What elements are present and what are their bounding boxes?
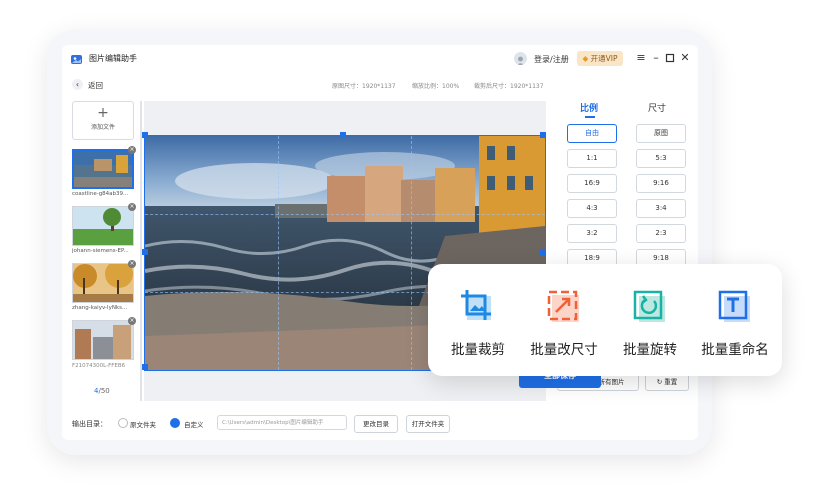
crop-handle-top-right[interactable] xyxy=(540,132,546,138)
ratio-original[interactable]: 原图 xyxy=(636,124,686,143)
file-name: coastline-g84ab39... xyxy=(72,191,129,197)
reset-label: 重置 xyxy=(664,378,678,386)
original-size-info: 原图尺寸：1920*1137 xyxy=(332,83,396,90)
file-thumbnail[interactable] xyxy=(72,206,134,246)
plus-icon: + xyxy=(97,105,109,121)
vip-label: 开通VIP xyxy=(590,54,618,63)
file-thumbnail[interactable] xyxy=(72,320,134,360)
resize-icon xyxy=(547,290,581,324)
image-info-bar: ‹ 返回 原图尺寸：1920*1137 缩放比例：100% 裁剪后尺寸：1920… xyxy=(62,73,698,95)
feature-label: 批量裁剪 xyxy=(451,342,505,358)
file-counter: 4/50 xyxy=(94,387,110,395)
add-file-label: 添加文件 xyxy=(90,124,115,131)
minimize-icon[interactable]: – xyxy=(650,52,662,64)
crop-icon xyxy=(461,290,495,324)
ratio-16-9[interactable]: 16:9 xyxy=(567,174,617,193)
feature-label: 批量改尺寸 xyxy=(530,342,598,358)
crop-handle-right[interactable] xyxy=(540,249,546,255)
app-title: 图片编辑助手 xyxy=(89,54,137,63)
thumbnail-image xyxy=(73,321,133,359)
file-name: F21074300L-FFEB6 xyxy=(72,363,126,369)
app-logo-icon xyxy=(71,55,82,64)
feature-batch-rotate[interactable]: 批量旋转 xyxy=(610,290,690,358)
ratio-2-3[interactable]: 2:3 xyxy=(636,224,686,243)
ratio-4-3[interactable]: 4:3 xyxy=(567,199,617,218)
vip-button[interactable]: ◆ 开通VIP xyxy=(577,51,623,66)
thumbnail-image xyxy=(73,264,133,302)
remove-file-icon[interactable]: × xyxy=(128,146,136,154)
ratio-1-1[interactable]: 1:1 xyxy=(567,149,617,168)
radio-original-label[interactable]: 原文件夹 xyxy=(130,419,156,429)
output-path-input[interactable]: C:\Users\admin\Desktop\图片编辑助手 xyxy=(217,415,347,430)
feature-batch-crop[interactable]: 批量裁剪 xyxy=(438,290,518,358)
file-thumbnail[interactable] xyxy=(72,263,134,303)
open-folder-button[interactable]: 打开文件夹 xyxy=(406,415,450,433)
ratio-5-3[interactable]: 5:3 xyxy=(636,149,686,168)
tab-indicator xyxy=(585,116,595,118)
counter-total: /50 xyxy=(98,387,110,395)
ratio-9-16[interactable]: 9:16 xyxy=(636,174,686,193)
back-icon[interactable]: ‹ xyxy=(72,79,83,90)
feature-popup: 批量裁剪 批量改尺寸 批量旋转 批量重命名 xyxy=(428,264,782,376)
title-bar: 图片编辑助手 登录/注册 ◆ 开通VIP ≡ – ✕ xyxy=(62,45,698,73)
app-window: 图片编辑助手 登录/注册 ◆ 开通VIP ≡ – ✕ ‹ 返回 原图尺寸：192… xyxy=(62,45,698,440)
change-dir-button[interactable]: 更改目录 xyxy=(354,415,398,433)
crop-handle-bottom-left[interactable] xyxy=(142,364,148,370)
thumbnail-image xyxy=(74,151,132,187)
menu-icon[interactable]: ≡ xyxy=(635,52,647,64)
ratio-3-4[interactable]: 3:4 xyxy=(636,199,686,218)
output-label: 输出目录： xyxy=(72,420,107,428)
ratio-3-2[interactable]: 3:2 xyxy=(567,224,617,243)
remove-file-icon[interactable]: × xyxy=(128,203,136,211)
maximize-icon[interactable] xyxy=(664,52,676,64)
ratio-free[interactable]: 自由 xyxy=(567,124,617,143)
feature-batch-rename[interactable]: 批量重命名 xyxy=(695,290,775,358)
feature-batch-resize[interactable]: 批量改尺寸 xyxy=(524,290,604,358)
radio-custom-folder[interactable] xyxy=(170,418,180,428)
crop-handle-left[interactable] xyxy=(142,249,148,255)
avatar[interactable] xyxy=(514,52,527,65)
crop-handle-top-left[interactable] xyxy=(142,132,148,138)
zoom-info: 缩放比例：100% xyxy=(412,83,460,90)
file-thumbnail[interactable] xyxy=(72,149,134,189)
radio-original-folder[interactable] xyxy=(118,418,128,428)
rename-icon xyxy=(718,290,752,324)
file-name: zhang-kaiyv-lyNks... xyxy=(72,305,128,311)
diamond-icon: ◆ xyxy=(582,54,589,63)
user-icon xyxy=(516,56,525,65)
tab-ratio[interactable]: 比例 xyxy=(580,101,598,114)
file-name: johann-siemens-EP... xyxy=(72,248,129,254)
close-icon[interactable]: ✕ xyxy=(679,52,691,64)
output-bar: 输出目录： 原文件夹 自定义 C:\Users\admin\Desktop\图片… xyxy=(62,413,532,435)
remove-file-icon[interactable]: × xyxy=(128,260,136,268)
rotate-icon xyxy=(633,290,667,324)
thumbnail-image xyxy=(73,207,133,245)
crop-handle-top[interactable] xyxy=(340,132,346,138)
add-file-button[interactable]: + 添加文件 xyxy=(72,101,134,140)
file-list: + 添加文件 × coastline-g84ab39... × johann-s… xyxy=(70,101,136,401)
radio-custom-label[interactable]: 自定义 xyxy=(184,419,204,429)
login-link[interactable]: 登录/注册 xyxy=(534,54,569,65)
cropped-size-info: 裁剪后尺寸：1920*1137 xyxy=(474,83,544,90)
back-button[interactable]: 返回 xyxy=(88,80,103,91)
remove-file-icon[interactable]: × xyxy=(128,317,136,325)
feature-label: 批量重命名 xyxy=(701,342,769,358)
feature-label: 批量旋转 xyxy=(623,342,677,358)
tab-size[interactable]: 尺寸 xyxy=(648,101,666,114)
